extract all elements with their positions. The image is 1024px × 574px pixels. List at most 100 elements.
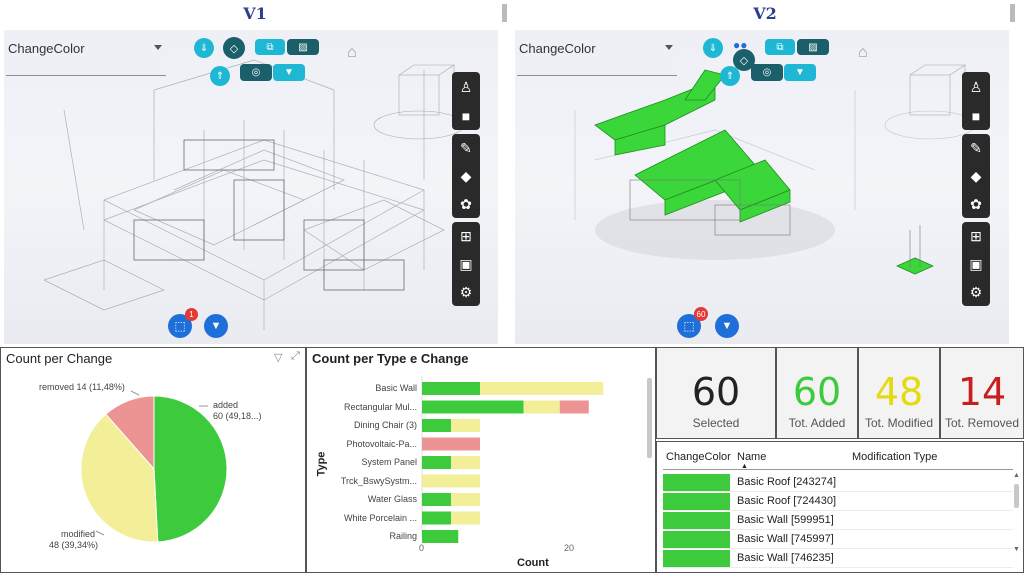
kpi-added-label: Tot. Added [788, 416, 846, 430]
bar-added[interactable] [422, 456, 451, 469]
funnel-icon: ▼ [284, 67, 294, 78]
measure-icon[interactable]: ✎ [970, 141, 982, 155]
bar-removed[interactable] [559, 400, 589, 414]
hatch-icon: ▨ [808, 41, 818, 53]
isolate-button[interactable]: ◎ [240, 64, 272, 81]
table-scroll-up-icon[interactable]: ▲ [1013, 472, 1020, 479]
clear-filter-button[interactable]: ▼ [715, 314, 739, 338]
table-row[interactable]: Basic Wall [599951] [663, 511, 1013, 530]
cube-icon[interactable]: ◆ [461, 169, 472, 183]
bar-chart-scrollbar[interactable] [647, 378, 652, 458]
pattern-button[interactable]: ▨ [287, 39, 319, 55]
bar-added[interactable] [422, 382, 480, 395]
change-color-swatch [663, 493, 730, 510]
header-changecolor[interactable]: ChangeColor [666, 451, 731, 463]
download-button[interactable]: ⇓ [703, 38, 723, 58]
bar-added[interactable] [422, 400, 524, 414]
tools-toolbar: ✎ ◆ ✿ [962, 134, 990, 218]
home-icon[interactable]: ⌂ [858, 44, 868, 62]
bar-modified[interactable] [523, 400, 560, 414]
header-name[interactable]: Name [737, 451, 766, 463]
header-divider-right [1010, 4, 1015, 22]
measure-icon[interactable]: ✎ [460, 141, 472, 155]
hierarchy-icon[interactable]: ⊞ [970, 229, 982, 243]
person-icon[interactable]: ♙ [460, 80, 473, 94]
camera-icon[interactable]: ■ [972, 109, 980, 123]
gear-icon[interactable]: ⚙ [970, 285, 983, 299]
clear-filter-icon: ▼ [210, 320, 222, 332]
table-scrollbar-thumb[interactable] [1014, 484, 1019, 508]
upload-button[interactable]: ⇑ [210, 66, 230, 86]
bar-chart [421, 376, 604, 543]
focus-button[interactable]: ◇ [223, 37, 245, 59]
table-scroll-down-icon[interactable]: ▼ [1013, 546, 1020, 553]
header-modification-type[interactable]: Modification Type [852, 451, 937, 463]
isolate-button[interactable]: ◎ [751, 64, 783, 81]
navigation-toolbar: ♙ ■ [452, 72, 480, 130]
kpi-removed: 14 Tot. Removed [940, 347, 1024, 439]
bar-modified[interactable] [422, 474, 480, 488]
target-icon: ◎ [762, 67, 772, 78]
bar-modified[interactable] [451, 419, 480, 432]
properties-icon[interactable]: ▣ [969, 257, 982, 271]
selection-box-icon: ⬚ [174, 319, 186, 333]
tools-toolbar: ✎ ◆ ✿ [452, 134, 480, 218]
table-row[interactable]: Basic Wall [745997] [663, 530, 1013, 549]
change-color-swatch [663, 531, 730, 548]
bar-chart-panel: Count per Type e Change Type Count 0 20 … [306, 347, 656, 573]
table-row[interactable]: Basic Wall [746235] [663, 549, 1013, 568]
download-button[interactable]: ⇓ [194, 38, 214, 58]
camera-icon[interactable]: ■ [462, 109, 470, 123]
selection-count-badge: 1 [185, 308, 198, 321]
change-color-dropdown[interactable]: ChangeColor [6, 32, 166, 76]
kpi-added-value: 60 [792, 370, 842, 414]
home-icon[interactable]: ⌂ [347, 44, 357, 62]
row-name: Basic Wall [599951] [737, 514, 834, 526]
explode-icon[interactable]: ✿ [460, 197, 472, 211]
kpi-modified-value: 48 [874, 370, 924, 414]
filter-button[interactable]: ▼ [273, 64, 305, 81]
table-row[interactable]: Basic Roof [243274] [663, 473, 1013, 492]
navigation-toolbar: ♙ ■ [962, 72, 990, 130]
cube-icon[interactable]: ◆ [971, 169, 982, 183]
explode-icon[interactable]: ✿ [970, 197, 982, 211]
kpi-selected-value: 60 [691, 370, 741, 414]
kpi-removed-value: 14 [957, 370, 1007, 414]
row-name: Basic Roof [243274] [737, 476, 837, 488]
bar-added[interactable] [422, 511, 451, 525]
clear-filter-icon: ▼ [721, 320, 733, 332]
selection-count-badge: 60 [694, 307, 708, 321]
copy-button[interactable]: ⧉ [255, 39, 285, 55]
bar-modified[interactable] [451, 456, 480, 469]
bar-added[interactable] [422, 419, 451, 432]
upload-icon: ⇑ [725, 70, 735, 82]
model-viewer-v2[interactable]: ChangeColor ⇓ ●● ⧉ ▨ ◇ ⇑ ◎ ▼ ⌂ ♙ ■ ✎ ◆ ✿… [515, 30, 1009, 344]
bar-modified[interactable] [451, 493, 480, 506]
chevron-down-icon [154, 45, 162, 50]
filter-button[interactable]: ▼ [784, 64, 816, 81]
bar-added[interactable] [422, 530, 459, 543]
person-icon[interactable]: ♙ [970, 80, 983, 94]
upload-button[interactable]: ⇑ [720, 66, 740, 86]
hierarchy-icon[interactable]: ⊞ [460, 229, 472, 243]
kpi-modified: 48 Tot. Modified [858, 347, 940, 439]
settings-toolbar: ⊞ ▣ ⚙ [962, 222, 990, 306]
kpi-added: 60 Tot. Added [776, 347, 858, 439]
properties-icon[interactable]: ▣ [459, 257, 472, 271]
clear-filter-button[interactable]: ▼ [204, 314, 228, 338]
pattern-button[interactable]: ▨ [797, 39, 829, 55]
model-viewer-v1[interactable]: ChangeColor ⇓ ◇ ⧉ ▨ ⇑ ◎ ▼ ⌂ ♙ ■ ✎ ◆ ✿ ⊞ … [4, 30, 498, 344]
bar-added[interactable] [422, 493, 451, 506]
row-name: Basic Roof [724430] [737, 495, 837, 507]
change-color-dropdown[interactable]: ChangeColor [517, 32, 677, 76]
copy-button[interactable]: ⧉ [765, 39, 795, 55]
bar-modified[interactable] [480, 382, 604, 395]
table-row[interactable]: Basic Roof [724430] [663, 492, 1013, 511]
pie-chart-panel: Count per Change ▽ ⤢ removed 14 (11,48%)… [0, 347, 306, 573]
pie-label-modified-value: 48 (39,34%) [49, 540, 99, 550]
gear-icon[interactable]: ⚙ [460, 285, 473, 299]
bar-removed[interactable] [422, 437, 480, 451]
funnel-icon: ▼ [795, 67, 805, 78]
pie-label-modified-name: modified [61, 529, 96, 539]
bar-modified[interactable] [451, 511, 480, 525]
